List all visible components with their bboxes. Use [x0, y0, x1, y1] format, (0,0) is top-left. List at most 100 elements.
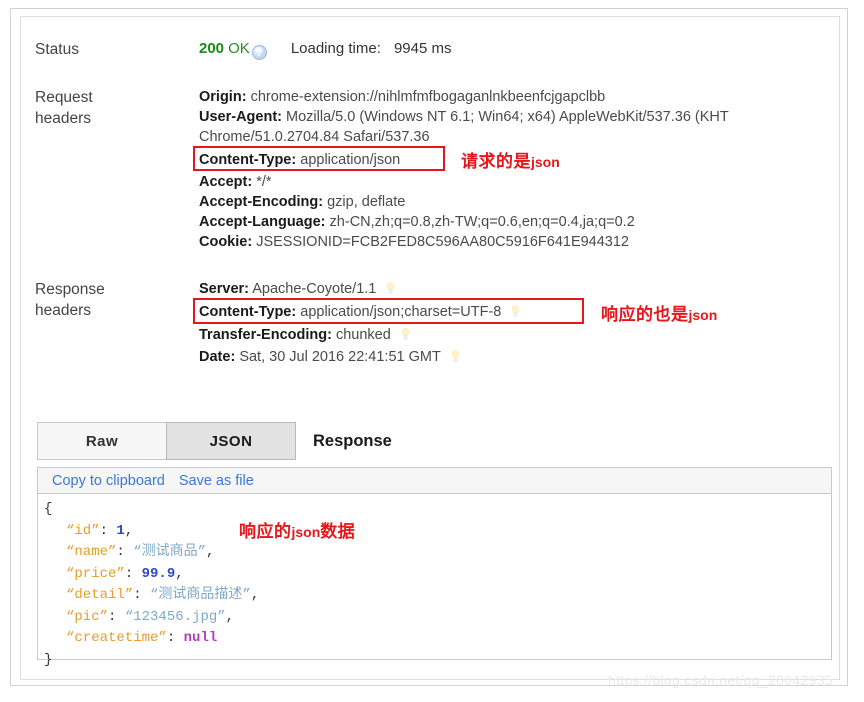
header-value: application/json;charset=UTF-8 [300, 304, 502, 320]
lightbulb-icon[interactable] [386, 282, 395, 295]
json-line-close: } [44, 650, 831, 672]
question-mark-icon[interactable]: ? [251, 45, 267, 60]
header-value: JSESSIONID=FCB2FED8C596AA80C5916F641E944… [256, 234, 629, 250]
header-value: gzip, deflate [327, 194, 406, 210]
annotation-cn-post: 数据 [320, 522, 356, 541]
response-view-tabs: Raw JSON Response [37, 422, 392, 460]
copy-to-clipboard-link[interactable]: Copy to clipboard [52, 473, 165, 489]
response-headers-label: Response headers [35, 281, 105, 319]
header-value: Sat, 30 Jul 2016 22:41:51 GMT [239, 349, 441, 365]
header-value: chunked [335, 327, 391, 343]
json-colon: : [133, 587, 142, 603]
header-value: */* [256, 174, 272, 190]
json-value: 99.9 [141, 565, 176, 582]
response-header-transfer-encoding: Transfer-Encoding: chunked [199, 325, 410, 346]
body-json-annotation: 响应的json数据 [239, 517, 355, 542]
header-name: Cookie [199, 234, 248, 250]
json-line-open: { [44, 499, 831, 521]
json-value: “123456.jpg” [124, 608, 226, 625]
status-value-row: 200 OK? Loading time: 9945 ms [199, 39, 451, 60]
json-comma: , [206, 544, 215, 560]
response-json-annotation: 响应的也是json [601, 300, 717, 325]
json-line: “pic”: “123456.jpg”, [44, 607, 831, 629]
screenshot-root: Status 200 OK? Loading time: 9945 ms Req… [0, 0, 864, 702]
request-header-user-agent-wrap: Chrome/51.0.2704.84 Safari/537.36 [199, 127, 430, 148]
json-open-brace: { [44, 501, 53, 517]
json-key: “pic” [66, 608, 109, 625]
request-header-accept: Accept: */* [199, 174, 272, 190]
json-value: 1 [116, 522, 125, 539]
header-value: Chrome/51.0.2704.84 Safari/537.36 [199, 129, 430, 145]
request-header-content-type: Content-Type: application/json [199, 152, 401, 168]
response-header-server: Server: Apache-Coyote/1.1 [199, 279, 395, 300]
json-value: “测试商品” [133, 544, 207, 560]
json-comma: , [250, 587, 260, 603]
request-header-accept-language: Accept-Language: zh-CN,zh;q=0.8,zh-TW;q=… [199, 214, 635, 230]
header-name: User-Agent [199, 109, 278, 125]
lightbulb-icon[interactable] [401, 328, 410, 341]
json-comma: , [175, 565, 184, 582]
json-key: “detail” [66, 587, 134, 603]
header-name: Accept-Language [199, 214, 321, 230]
tab-json[interactable]: JSON [166, 422, 296, 460]
json-line: “name”: “测试商品”, [44, 542, 831, 564]
json-comma: , [124, 522, 134, 539]
status-label: Status [35, 41, 79, 58]
lightbulb-icon[interactable] [451, 350, 460, 363]
status-code: 200 [199, 40, 225, 57]
annotation-cn-text: 响应的也是 [601, 305, 689, 324]
loading-time-label: Loading time: [290, 40, 381, 57]
header-value: chrome-extension://nihlmfmfbogaganlnkbee… [250, 89, 606, 105]
header-name: Content-Type [199, 152, 292, 168]
json-line: “detail”: “测试商品描述”, [44, 585, 831, 607]
header-name: Accept [199, 174, 248, 190]
status-text: OK [228, 40, 250, 57]
lightbulb-icon[interactable] [511, 305, 520, 318]
header-name: Transfer-Encoding [199, 327, 328, 343]
json-key: “name” [66, 544, 117, 560]
json-colon: : [166, 630, 176, 646]
annotation-en-text: json [291, 524, 321, 540]
json-key: “price” [66, 565, 125, 582]
header-value: zh-CN,zh;q=0.8,zh-TW;q=0.6,en;q=0.4,ja;q… [329, 214, 635, 230]
json-response-viewer: Copy to clipboard Save as file { “id”: 1,… [37, 467, 832, 668]
request-header-user-agent: User-Agent: Mozilla/5.0 (Windows NT 6.1;… [199, 109, 729, 125]
header-name: Origin [199, 89, 242, 105]
annotation-en-text: json [688, 307, 718, 323]
header-value: Apache-Coyote/1.1 [252, 281, 377, 297]
header-value: application/json [300, 152, 401, 168]
request-header-cookie: Cookie: JSESSIONID=FCB2FED8C596AA80C5916… [199, 234, 629, 250]
annotation-en-text: json [531, 154, 560, 170]
header-value: Mozilla/5.0 (Windows NT 6.1; Win64; x64)… [286, 109, 729, 125]
response-section-title: Response [313, 432, 392, 450]
annotation-cn-pre: 响应的 [239, 522, 292, 541]
header-name: Date [199, 349, 231, 365]
json-line: “price”: 99.9, [44, 564, 831, 586]
header-name: Accept-Encoding [199, 194, 319, 210]
loading-time-value: 9945 ms [393, 40, 452, 57]
save-as-file-link[interactable]: Save as file [179, 473, 254, 489]
json-comma: , [225, 608, 235, 625]
json-value: null [183, 630, 218, 646]
json-line: “createtime”: null [44, 628, 831, 650]
request-header-accept-encoding: Accept-Encoding: gzip, deflate [199, 194, 406, 210]
json-line: “id”: 1, [44, 521, 831, 543]
response-header-date: Date: Sat, 30 Jul 2016 22:41:51 GMT [199, 347, 460, 368]
response-header-content-type: Content-Type: application/json;charset=U… [199, 302, 520, 323]
json-colon: : [108, 608, 117, 625]
json-key: “createtime” [66, 630, 167, 646]
annotation-cn-text: 请求的是 [461, 152, 531, 171]
header-name: Server [199, 281, 245, 297]
request-headers-label: Request headers [35, 89, 93, 127]
json-colon: : [124, 565, 134, 582]
json-toolbar: Copy to clipboard Save as file [38, 468, 831, 494]
request-header-origin: Origin: chrome-extension://nihlmfmfbogag… [199, 89, 606, 105]
http-inspector-panel: Status 200 OK? Loading time: 9945 ms Req… [20, 16, 840, 680]
json-key: “id” [66, 522, 100, 539]
watermark: https://blog.csdn.net/qq_20042935 [608, 672, 833, 688]
json-value: “测试商品描述” [150, 587, 251, 603]
json-colon: : [99, 522, 109, 539]
tab-raw[interactable]: Raw [37, 422, 167, 460]
request-json-annotation: 请求的是json [461, 147, 560, 172]
header-name: Content-Type [199, 304, 292, 320]
